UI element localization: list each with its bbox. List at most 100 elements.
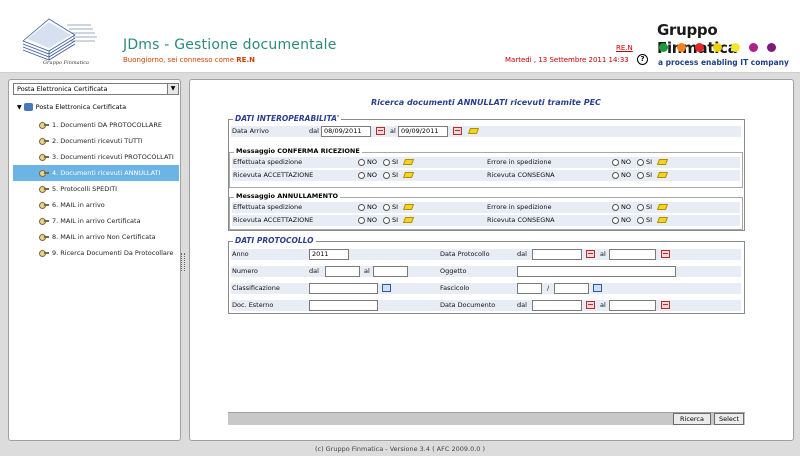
lookup-icon[interactable] [382, 284, 391, 292]
data-documento-label: Data Documento [440, 301, 496, 309]
calendar-icon[interactable] [661, 250, 670, 258]
si-radio[interactable] [637, 172, 644, 179]
fascicolo-numero-input[interactable] [554, 283, 589, 294]
fascicolo-anno-input[interactable] [517, 283, 542, 294]
data-arrivo-dal-label: dal [309, 127, 319, 135]
eraser-icon[interactable] [402, 159, 415, 165]
oggetto-input[interactable] [517, 266, 676, 277]
ricerca-button[interactable]: Ricerca [673, 413, 711, 425]
classificazione-input[interactable] [309, 283, 378, 294]
panel-splitter-handle[interactable] [181, 253, 185, 271]
numero-al-input[interactable] [373, 266, 408, 277]
sidebar-item-mail-non-certificata[interactable]: 8. MAIL in arrivo Non Certificata [13, 229, 179, 245]
no-radio[interactable] [358, 217, 365, 224]
page-title: Ricerca documenti ANNULLATI ricevuti tra… [371, 98, 601, 107]
no-radio[interactable] [358, 172, 365, 179]
sidebar-item-ricevuti-protocollati[interactable]: 3. Documenti ricevuti PROTOCOLLATI [13, 149, 179, 165]
no-label: NO [367, 158, 377, 166]
sidebar-item-mail-arrivo[interactable]: 6. MAIL in arrivo [13, 197, 179, 213]
brand-dots [659, 43, 776, 52]
brand-dot-5 [749, 43, 758, 52]
sidebar-item-label: 1. Documenti DA PROTOCOLLARE [52, 121, 162, 129]
sidebar-item-mail-certificata[interactable]: 7. MAIL in arrivo Certificata [13, 213, 179, 229]
eraser-icon[interactable] [656, 204, 669, 210]
calendar-icon[interactable] [586, 250, 595, 258]
protocollo-legend: DATI PROTOCOLLO [233, 236, 316, 245]
sidebar-item-da-protocollare[interactable]: 1. Documenti DA PROTOCOLLARE [13, 117, 179, 133]
data-arrivo-al-input[interactable]: 09/09/2011 [398, 126, 448, 137]
anno-row: Anno 2011 [231, 249, 441, 260]
module-select[interactable]: Posta Elettronica Certificata ▼ [13, 83, 179, 95]
sidebar-item-label: 6. MAIL in arrivo [52, 201, 105, 209]
data-arrivo-row: Data Arrivo dal 08/09/2011 al 09/09/2011 [231, 126, 741, 137]
si-radio[interactable] [383, 159, 390, 166]
sidebar-item-ricerca-da-protocollare[interactable]: 9. Ricerca Documenti Da Protocollare [13, 245, 179, 261]
si-radio[interactable] [383, 217, 390, 224]
sidebar: Posta Elettronica Certificata ▼ ▼ Posta … [8, 79, 181, 441]
no-radio[interactable] [358, 204, 365, 211]
classificazione-row: Classificazione [231, 283, 441, 294]
calendar-icon[interactable] [586, 301, 595, 309]
date-time: Martedi , 13 Settembre 2011 14:33 [505, 56, 629, 64]
data-documento-al-label: al [600, 301, 606, 309]
oggetto-label: Oggetto [440, 267, 467, 275]
si-radio[interactable] [637, 204, 644, 211]
anno-input[interactable]: 2011 [309, 249, 349, 260]
calendar-icon[interactable] [376, 127, 385, 135]
sidebar-item-protocolli-spediti[interactable]: 5. Protocolli SPEDITI [13, 181, 179, 197]
no-label: NO [621, 203, 631, 211]
si-label: SI [392, 158, 399, 166]
select-button[interactable]: Select [714, 413, 744, 425]
numero-dal-input[interactable] [325, 266, 360, 277]
si-label: SI [646, 203, 653, 211]
calendar-icon[interactable] [453, 127, 462, 135]
data-arrivo-dal-input[interactable]: 08/09/2011 [321, 126, 371, 137]
sidebar-item-ricevuti-annullati[interactable]: 4. Documenti ricevuti ANNULLATI [13, 165, 179, 181]
help-icon[interactable]: ? [637, 54, 648, 65]
lookup-icon[interactable] [593, 284, 602, 292]
data-documento-dal-label: dal [517, 301, 527, 309]
no-radio[interactable] [612, 159, 619, 166]
si-radio[interactable] [383, 172, 390, 179]
user-link[interactable]: RE.N [616, 44, 633, 52]
no-label: NO [621, 216, 631, 224]
si-radio[interactable] [637, 159, 644, 166]
search-key-icon [39, 121, 49, 129]
module-select-value: Posta Elettronica Certificata [17, 85, 108, 93]
data-documento-dal-input[interactable] [532, 300, 582, 311]
no-radio[interactable] [612, 204, 619, 211]
data-documento-al-input[interactable] [609, 300, 656, 311]
brand-dot-0 [659, 43, 668, 52]
search-key-icon [39, 169, 49, 177]
eraser-icon[interactable] [402, 172, 415, 178]
sidebar-item-label: 8. MAIL in arrivo Non Certificata [52, 233, 156, 241]
eraser-icon[interactable] [656, 159, 669, 165]
data-protocollo-al-input[interactable] [609, 249, 656, 260]
collapse-triangle-icon[interactable]: ▼ [17, 104, 22, 111]
eraser-icon[interactable] [402, 204, 415, 210]
no-radio[interactable] [358, 159, 365, 166]
oggetto-row: Oggetto [439, 266, 741, 277]
calendar-icon[interactable] [661, 301, 670, 309]
no-radio[interactable] [612, 172, 619, 179]
eraser-icon[interactable] [467, 128, 480, 134]
doc-esterno-input[interactable] [309, 300, 378, 311]
errore-label: Errore in spedizione [487, 158, 552, 166]
eraser-icon[interactable] [656, 172, 669, 178]
app-header: Gruppo Finmatica JDms - Gestione documen… [0, 0, 800, 73]
chevron-down-icon[interactable]: ▼ [167, 84, 178, 94]
classificazione-label: Classificazione [232, 284, 280, 292]
eraser-icon[interactable] [656, 217, 669, 223]
annullamento-row-1: Effettuata spedizione NO SI Errore in sp… [232, 202, 740, 213]
data-protocollo-dal-input[interactable] [532, 249, 582, 260]
numero-dal-label: dal [309, 267, 319, 275]
eraser-icon[interactable] [402, 217, 415, 223]
si-radio[interactable] [383, 204, 390, 211]
si-radio[interactable] [637, 217, 644, 224]
no-radio[interactable] [612, 217, 619, 224]
sidebar-item-ricevuti-tutti[interactable]: 2. Documenti ricevuti TUTTI [13, 133, 179, 149]
tree-root[interactable]: ▼ Posta Elettronica Certificata [17, 103, 126, 111]
app-shell: Posta Elettronica Certificata ▼ ▼ Posta … [0, 73, 800, 443]
tree-root-label: Posta Elettronica Certificata [35, 103, 127, 111]
finmatica-logo: Gruppo Finmatica [9, 11, 112, 66]
